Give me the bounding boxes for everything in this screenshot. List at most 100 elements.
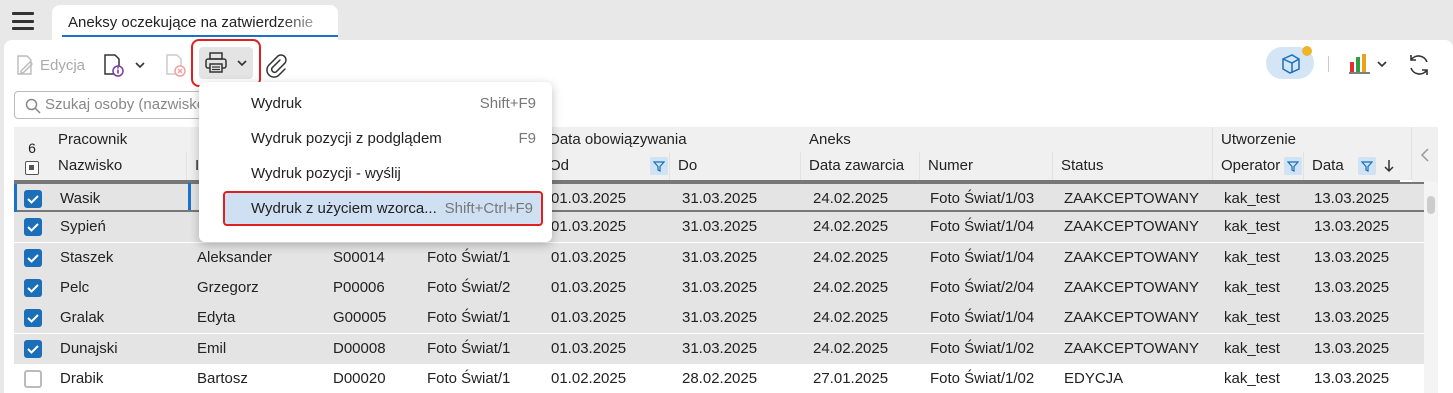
cell-number: Foto Świat/1/03 [930,190,1035,207]
cell-number: Foto Świat/1/04 [930,218,1035,236]
cube-button[interactable] [1266,46,1314,79]
cell-date: 13.03.2025 [1314,309,1390,327]
toolbar: Edycja [14,46,189,84]
table-row[interactable]: Staszek Aleksander S00014 Foto Świat/1 01.03… [14,242,1424,273]
cell-status: ZAAKCEPTOWANY [1064,278,1200,296]
cell-number: Foto Świat/2/04 [930,278,1035,296]
cell-to: 31.03.2025 [682,190,758,207]
row-checkbox[interactable] [24,190,42,208]
cell-signed: 24.02.2025 [813,218,889,236]
cell-operator: kak_test [1224,218,1280,236]
cube-icon [1282,54,1300,74]
cell-to: 31.03.2025 [682,248,758,266]
cell-surname: Wasik [60,190,101,207]
menu-item-shortcut: Shift+Ctrl+F9 [444,200,533,217]
column-from-label: Od [549,157,570,174]
menu-icon[interactable] [12,12,34,30]
row-checkbox[interactable] [24,278,42,297]
cell-first: Grzegorz [197,278,259,296]
table-row[interactable]: Pelc Grzegorz P00006 Foto Świat/2 01.03.2025… [14,272,1424,303]
search-input[interactable]: Szukaj osoby (nazwisko [14,91,214,119]
cell-first: Bartosz [197,369,248,387]
row-checkbox[interactable] [24,369,42,388]
cell-first: Aleksander [197,248,273,266]
print-button[interactable] [191,39,261,87]
cell-pos: Foto Świat/2 [427,278,511,296]
notification-dot [1302,46,1312,56]
cell-first: Edyta [197,309,236,327]
vertical-scrollbar[interactable] [1424,182,1438,393]
table-row[interactable]: Gralak Edyta G00005 Foto Świat/1 01.03.2025 3… [14,303,1424,334]
cell-from: 01.03.2025 [551,218,627,236]
tab-label: Aneksy oczekujące na zatwierdzenie [68,14,314,31]
refresh-icon[interactable] [1406,52,1432,78]
document-delete-button[interactable] [163,52,189,78]
cell-from: 01.03.2025 [551,309,627,327]
search-placeholder: Szukaj osoby (nazwisko [45,96,206,113]
cell-status: ZAAKCEPTOWANY [1064,309,1200,327]
select-all-checkbox[interactable] [25,161,39,175]
table-row[interactable]: Dunajski Emil D00008 Foto Świat/1 01.03.2025… [14,333,1424,364]
collapse-panel-button[interactable] [1412,127,1438,182]
paperclip-icon[interactable] [264,53,288,79]
cell-signed: 24.02.2025 [813,278,889,296]
cell-operator: kak_test [1224,339,1280,357]
chevron-down-icon[interactable] [133,58,147,72]
cell-from: 01.03.2025 [551,339,627,357]
search-icon [25,98,41,114]
menu-item-print-preview[interactable]: Wydruk pozycji z podglądem F9 [199,121,552,156]
row-checkbox[interactable] [24,248,42,267]
chevron-left-icon [1420,147,1429,162]
chart-button[interactable] [1346,48,1392,80]
cell-from: 01.03.2025 [551,248,627,266]
cell-pos: Foto Świat/1 [427,369,511,387]
column-surname[interactable]: Nazwisko [50,152,187,180]
cell-code: D00008 [333,339,386,357]
cell-from: 01.03.2025 [551,278,627,296]
printer-icon [205,52,227,73]
menu-item-print[interactable]: Wydruk Shift+F9 [199,86,552,121]
menu-item-print-template[interactable]: Wydruk z użyciem wzorca... Shift+Ctrl+F9 [223,191,543,226]
cell-date: 13.03.2025 [1314,190,1390,207]
tab-annexes-pending[interactable]: Aneksy oczekujące na zatwierdzenie [52,5,338,40]
cell-surname: Dunajski [60,339,118,357]
cell-operator: kak_test [1224,309,1280,327]
edit-button[interactable]: Edycja [14,53,85,77]
sort-down-icon[interactable] [1382,158,1396,174]
column-date-signed[interactable]: Data zawarcia [801,152,920,180]
row-checkbox[interactable] [24,339,42,358]
filter-icon[interactable] [650,157,668,175]
column-to[interactable]: Do [670,152,801,180]
cell-to: 31.03.2025 [682,309,758,327]
cell-surname: Gralak [60,309,105,327]
row-checkbox[interactable] [24,309,42,328]
cell-to: 31.03.2025 [682,339,758,357]
document-info-button[interactable] [101,52,147,78]
scroll-thumb[interactable] [1427,196,1435,214]
filter-icon[interactable] [1358,157,1376,175]
group-creation: Utworzenie [1213,127,1412,152]
filter-icon[interactable] [1284,157,1302,175]
cell-date: 13.03.2025 [1314,278,1390,296]
cell-number: Foto Świat/1/02 [930,339,1035,357]
row-checkbox[interactable] [24,218,42,237]
cell-code: D00020 [333,369,386,387]
cell-code: P00006 [333,278,385,296]
menu-item-shortcut: Shift+F9 [479,95,536,112]
cell-status: ZAAKCEPTOWANY [1064,190,1200,207]
cell-surname: Drabik [60,369,104,387]
column-status[interactable]: Status [1053,152,1213,180]
tab-underline [62,35,338,37]
cell-signed: 24.02.2025 [813,309,889,327]
menu-item-label: Wydruk pozycji z podglądem [251,130,442,147]
cell-operator: kak_test [1224,278,1280,296]
document-info-icon [104,54,124,77]
cell-status: EDYCJA [1064,369,1124,387]
cell-to: 28.02.2025 [682,369,758,387]
column-number[interactable]: Numer [920,152,1053,180]
table-row[interactable]: Drabik Bartosz D00020 Foto Świat/1 01.02.202… [14,364,1424,393]
menu-item-print-send[interactable]: Wydruk pozycji - wyślij [199,156,552,191]
cell-surname: Staszek [60,248,114,266]
cell-number: Foto Świat/1/04 [930,309,1035,327]
cell-surname: Pelc [60,278,90,296]
